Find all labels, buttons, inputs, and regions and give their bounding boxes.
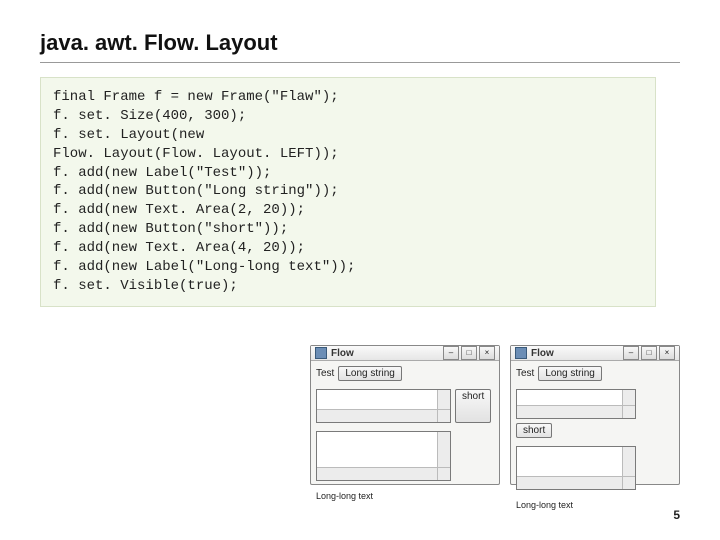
label-long-long: Long-long text <box>316 489 373 503</box>
scrollbar-corner <box>437 467 450 480</box>
scrollbar-corner <box>437 409 450 422</box>
scrollbar-horizontal[interactable] <box>317 409 438 422</box>
scrollbar-horizontal[interactable] <box>517 405 623 418</box>
close-icon[interactable]: × <box>659 346 675 360</box>
window-preview-2: Flow – □ × Test Long string short <box>510 345 680 485</box>
maximize-icon[interactable]: □ <box>461 346 477 360</box>
slide-title: java. awt. Flow. Layout <box>40 30 680 63</box>
button-long-string[interactable]: Long string <box>538 366 601 381</box>
scrollbar-corner <box>622 405 635 418</box>
window-title: Flow <box>531 348 623 359</box>
textarea-large[interactable] <box>516 446 636 490</box>
scrollbar-corner <box>622 476 635 489</box>
window-preview-1: Flow – □ × Test Long string short <box>310 345 500 485</box>
window-title: Flow <box>331 348 443 359</box>
button-short[interactable]: short <box>516 423 552 438</box>
label-test: Test <box>516 366 534 381</box>
textarea-small[interactable] <box>516 389 636 419</box>
button-long-string[interactable]: Long string <box>338 366 401 381</box>
close-icon[interactable]: × <box>479 346 495 360</box>
scrollbar-vertical[interactable] <box>622 390 635 406</box>
scrollbar-vertical[interactable] <box>437 432 450 468</box>
scrollbar-horizontal[interactable] <box>517 476 623 489</box>
screenshot-row: Flow – □ × Test Long string short <box>310 345 680 485</box>
scrollbar-horizontal[interactable] <box>317 467 438 480</box>
minimize-icon[interactable]: – <box>443 346 459 360</box>
titlebar: Flow – □ × <box>511 346 679 361</box>
client-area: Test Long string short Long-long text <box>511 361 679 517</box>
client-area: Test Long string short Long-long text <box>311 361 499 508</box>
scrollbar-vertical[interactable] <box>622 447 635 477</box>
textarea-small[interactable] <box>316 389 451 423</box>
page-number: 5 <box>673 508 680 522</box>
app-icon <box>315 347 327 359</box>
button-short[interactable]: short <box>455 389 491 423</box>
minimize-icon[interactable]: – <box>623 346 639 360</box>
label-long-long: Long-long text <box>516 498 573 512</box>
app-icon <box>515 347 527 359</box>
label-test: Test <box>316 366 334 381</box>
textarea-large[interactable] <box>316 431 451 481</box>
scrollbar-vertical[interactable] <box>437 390 450 410</box>
titlebar: Flow – □ × <box>311 346 499 361</box>
maximize-icon[interactable]: □ <box>641 346 657 360</box>
code-block: final Frame f = new Frame("Flaw"); f. se… <box>40 77 656 307</box>
